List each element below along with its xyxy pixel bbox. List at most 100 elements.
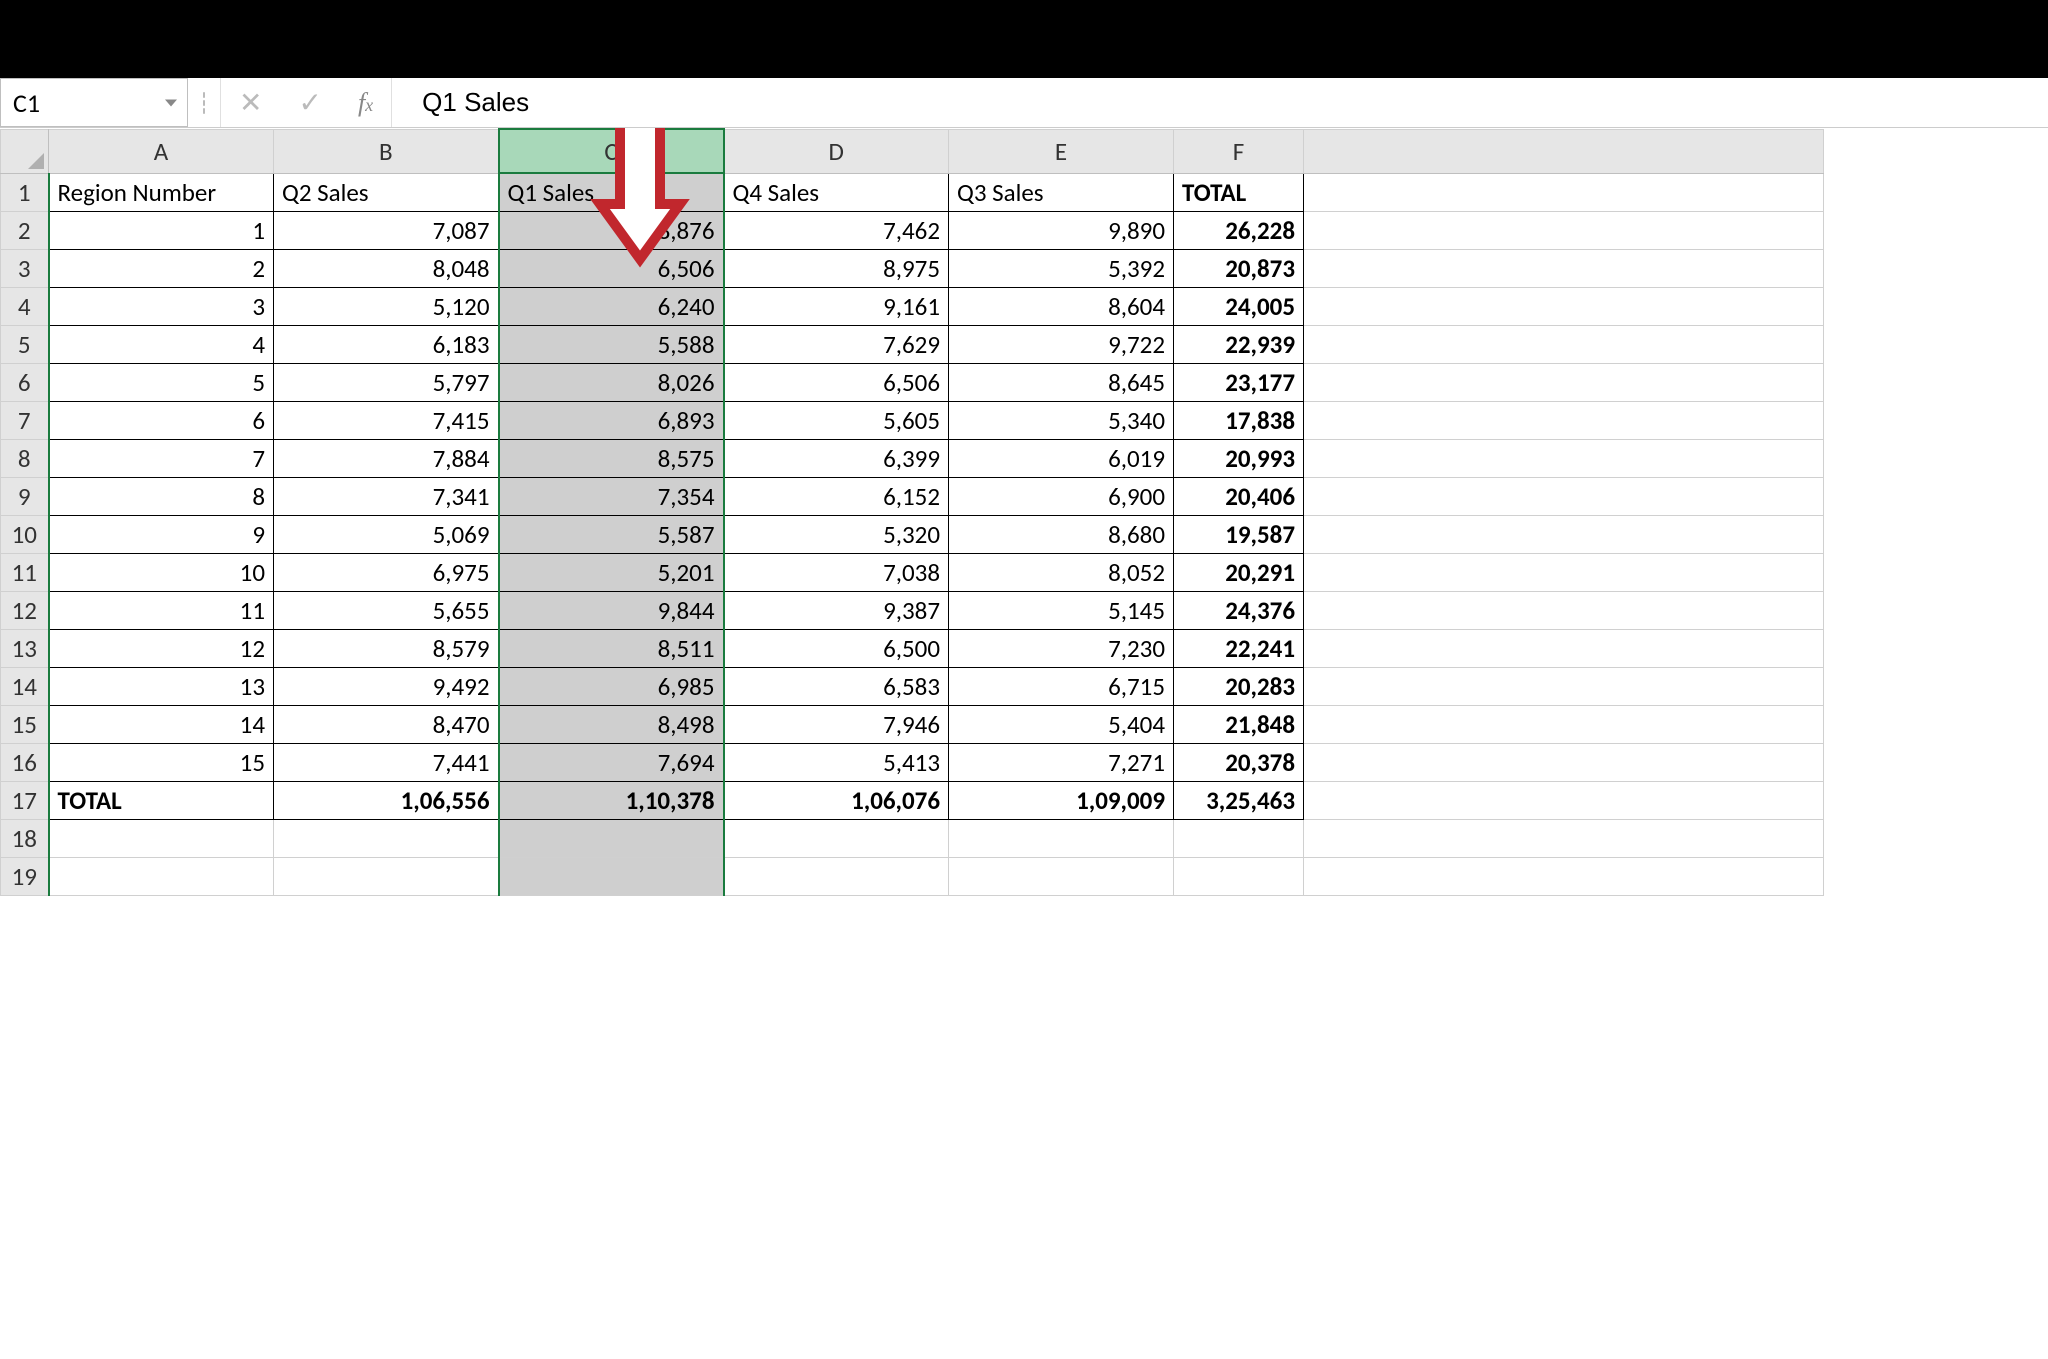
cell[interactable]: 5,404 [949,705,1174,743]
cell[interactable]: 9,492 [274,667,499,705]
cell[interactable]: 6,893 [499,401,724,439]
cell[interactable]: 23,177 [1174,363,1304,401]
select-all-corner[interactable] [1,129,49,173]
cell[interactable]: Region Number [49,173,274,211]
cell[interactable]: 26,228 [1174,211,1304,249]
cell[interactable]: 5,340 [949,401,1174,439]
cell[interactable] [1304,325,1824,363]
cell[interactable]: 6,240 [499,287,724,325]
cell[interactable]: 7,087 [274,211,499,249]
chevron-down-icon[interactable] [165,99,177,106]
cell[interactable] [1304,287,1824,325]
cell[interactable] [1304,857,1824,895]
cell[interactable] [1304,629,1824,667]
cell[interactable]: 5,588 [499,325,724,363]
cell[interactable]: 22,939 [1174,325,1304,363]
cell[interactable]: 5,605 [724,401,949,439]
cancel-icon[interactable]: ✕ [239,89,262,117]
cell[interactable]: 1 [49,211,274,249]
row-header[interactable]: 14 [1,667,49,705]
col-header-extra[interactable] [1304,129,1824,173]
cell[interactable]: 6,500 [724,629,949,667]
cell[interactable]: 9,387 [724,591,949,629]
cell[interactable]: 8,052 [949,553,1174,591]
cell[interactable]: Q4 Sales [724,173,949,211]
cell[interactable]: 4 [49,325,274,363]
fx-icon[interactable]: fx [358,88,373,118]
cell[interactable]: 19,587 [1174,515,1304,553]
cell[interactable]: 22,241 [1174,629,1304,667]
cell[interactable]: 20,378 [1174,743,1304,781]
cell[interactable]: 7 [49,439,274,477]
cell[interactable]: 6,183 [274,325,499,363]
cell[interactable] [1304,401,1824,439]
cell[interactable]: 1,10,378 [499,781,724,819]
cell[interactable]: 5 [49,363,274,401]
cell[interactable]: 5,655 [274,591,499,629]
cell[interactable]: 5,120 [274,287,499,325]
cell[interactable]: 15 [49,743,274,781]
cell[interactable]: 9,161 [724,287,949,325]
cell[interactable]: 7,230 [949,629,1174,667]
cell[interactable]: 20,283 [1174,667,1304,705]
cell[interactable]: Q1 Sales [499,173,724,211]
col-header-c[interactable]: C [499,129,724,173]
cell[interactable]: 8,470 [274,705,499,743]
cell[interactable]: 7,694 [499,743,724,781]
row-header[interactable]: 16 [1,743,49,781]
cell[interactable]: 7,462 [724,211,949,249]
row-header[interactable]: 3 [1,249,49,287]
cell[interactable] [1174,857,1304,895]
row-header[interactable]: 9 [1,477,49,515]
cell[interactable] [1304,667,1824,705]
col-header-e[interactable]: E [949,129,1174,173]
cell[interactable]: 24,376 [1174,591,1304,629]
cell[interactable] [1174,819,1304,857]
cell[interactable] [1304,515,1824,553]
row-header[interactable]: 12 [1,591,49,629]
cell[interactable] [949,819,1174,857]
cell[interactable]: 8,026 [499,363,724,401]
cell[interactable]: 5,392 [949,249,1174,287]
cell[interactable]: 9 [49,515,274,553]
cell[interactable]: 10 [49,553,274,591]
cell[interactable]: 2 [49,249,274,287]
col-header-a[interactable]: A [49,129,274,173]
cell[interactable]: 7,341 [274,477,499,515]
cell[interactable]: 1,06,556 [274,781,499,819]
cell[interactable] [274,857,499,895]
cell[interactable]: 13 [49,667,274,705]
row-header[interactable]: 6 [1,363,49,401]
cell[interactable]: 5,069 [274,515,499,553]
row-header[interactable]: 13 [1,629,49,667]
cell[interactable]: 3,25,463 [1174,781,1304,819]
cell[interactable]: 7,271 [949,743,1174,781]
cell[interactable]: Q3 Sales [949,173,1174,211]
cell[interactable]: 8,498 [499,705,724,743]
cell[interactable]: 7,441 [274,743,499,781]
cell[interactable] [499,857,724,895]
formula-input[interactable] [392,78,2048,127]
row-header[interactable]: 2 [1,211,49,249]
cell[interactable]: 6,985 [499,667,724,705]
enter-icon[interactable]: ✓ [298,89,321,117]
cell[interactable] [499,819,724,857]
cell[interactable] [1304,705,1824,743]
cell[interactable]: 6,506 [499,249,724,287]
cell[interactable] [1304,477,1824,515]
cell[interactable] [1304,553,1824,591]
cell[interactable]: 5,587 [499,515,724,553]
cell[interactable] [1304,743,1824,781]
cell[interactable]: 7,946 [724,705,949,743]
row-header[interactable]: 7 [1,401,49,439]
cell[interactable]: 5,145 [949,591,1174,629]
cell[interactable]: 12 [49,629,274,667]
cell[interactable] [1304,439,1824,477]
cell[interactable]: Q2 Sales [274,173,499,211]
cell[interactable] [1304,249,1824,287]
cell[interactable]: 7,884 [274,439,499,477]
cell[interactable]: 8 [49,477,274,515]
col-header-f[interactable]: F [1174,129,1304,173]
cell[interactable]: 6,900 [949,477,1174,515]
cell[interactable]: 8,511 [499,629,724,667]
